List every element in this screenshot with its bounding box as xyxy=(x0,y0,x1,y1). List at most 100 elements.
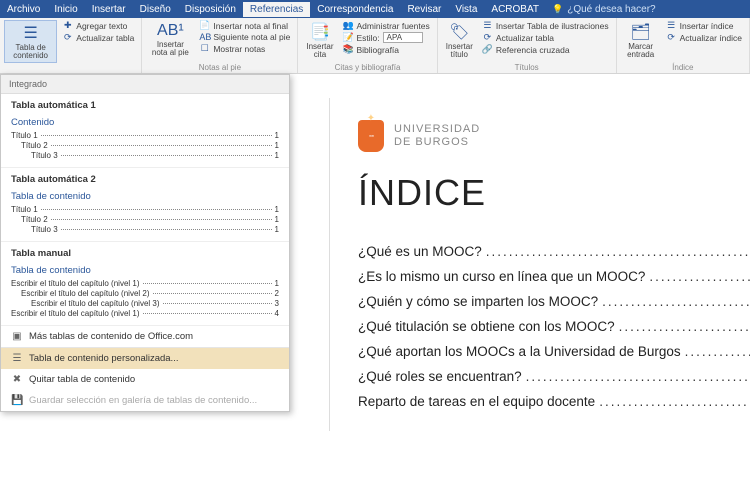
gallery-auto2-title: Tabla automática 2 xyxy=(11,174,279,185)
gallery-auto1-title: Tabla automática 1 xyxy=(11,100,279,111)
insert-figures-button[interactable]: ☰Insertar Tabla de ilustraciones xyxy=(479,20,612,31)
next-footnote-button[interactable]: ABSiguiente nota al pie xyxy=(196,32,293,42)
menu-acrobat[interactable]: ACROBAT xyxy=(484,2,546,17)
add-text-button[interactable]: ✚Agregar texto xyxy=(59,20,137,31)
menu-disposición[interactable]: Disposición xyxy=(178,2,243,17)
ribbon-group-citations: 📑 Insertar cita 👥Administrar fuentes 📝Es… xyxy=(298,18,437,73)
endnote-icon: 📄 xyxy=(199,20,210,31)
ribbon-group-index: 🗂 Marcar entrada ☰Insertar índice ⟳Actua… xyxy=(617,18,750,73)
mark-icon: 🗂 xyxy=(630,22,650,42)
menu-correspondencia[interactable]: Correspondencia xyxy=(310,2,400,17)
remove-toc-label: Quitar tabla de contenido xyxy=(29,374,135,385)
gallery-manual[interactable]: Tabla manual Tabla de contenido Escribir… xyxy=(1,242,289,326)
insert-caption-button[interactable]: 🏷 Insertar título xyxy=(442,20,477,61)
insert-citation-button[interactable]: 📑 Insertar cita xyxy=(302,20,337,61)
toc-icon: ☰ xyxy=(23,23,37,43)
insert-index-button[interactable]: ☰Insertar índice xyxy=(663,20,745,31)
menu-insertar[interactable]: Insertar xyxy=(85,2,133,17)
refresh-icon: ⟳ xyxy=(666,32,677,43)
next-icon: AB xyxy=(199,32,210,42)
mark-entry-label: Marcar entrada xyxy=(625,43,657,59)
update-toc-label: Actualizar tabla xyxy=(76,33,134,43)
custom-toc-button[interactable]: ☰ Tabla de contenido personalizada... xyxy=(1,348,289,369)
menu-vista[interactable]: Vista xyxy=(448,2,484,17)
document-toc-list: ¿Qué es un MOOC?........................… xyxy=(358,244,750,409)
remove-icon: ✖ xyxy=(11,374,23,385)
menu-archivo[interactable]: Archivo xyxy=(0,2,47,17)
doc-toc-entry: ¿Es lo mismo un curso en línea que un MO… xyxy=(358,269,750,284)
tell-me-text: ¿Qué desea hacer? xyxy=(567,4,655,15)
gallery-auto1-subtitle: Contenido xyxy=(11,117,279,128)
tell-me[interactable]: 💡 ¿Qué desea hacer? xyxy=(552,4,656,15)
university-line2: DE BURGOS xyxy=(394,136,480,149)
toc-dropdown: Integrado Tabla automática 1 Contenido T… xyxy=(0,74,290,412)
doc-toc-entry: ¿Qué titulación se obtiene con los MOOC?… xyxy=(358,319,750,334)
index-icon: ☰ xyxy=(666,20,677,31)
footnote-icon: AB¹ xyxy=(157,22,184,40)
footnotes-group-label: Notas al pie xyxy=(146,62,293,72)
toc-preview-line: Título 21 xyxy=(11,215,279,224)
document-title: ÍNDICE xyxy=(358,172,750,214)
university-header: ◦◦◦ UNIVERSIDAD DE BURGOS xyxy=(358,120,750,152)
doc-toc-entry: ¿Qué aportan los MOOCs a la Universidad … xyxy=(358,344,750,359)
manage-sources-button[interactable]: 👥Administrar fuentes xyxy=(340,20,433,31)
insert-endnote-button[interactable]: 📄Insertar nota al final xyxy=(196,20,293,31)
style-value[interactable]: APA xyxy=(383,32,423,43)
toc-preview-line: Título 21 xyxy=(11,141,279,150)
toc-preview-line: Título 31 xyxy=(11,225,279,234)
ribbon-group-captions: 🏷 Insertar título ☰Insertar Tabla de ilu… xyxy=(438,18,617,73)
dropdown-header: Integrado xyxy=(1,75,289,94)
remove-toc-button[interactable]: ✖ Quitar tabla de contenido xyxy=(1,369,289,390)
style-label: Estilo: xyxy=(357,33,380,43)
ribbon: ☰ Tabla de contenido ✚Agregar texto ⟳Act… xyxy=(0,18,750,74)
ribbon-group-toc: ☰ Tabla de contenido ✚Agregar texto ⟳Act… xyxy=(0,18,142,73)
show-notes-label: Mostrar notas xyxy=(213,44,265,54)
menu-inicio[interactable]: Inicio xyxy=(47,2,84,17)
insert-footnote-button[interactable]: AB¹ Insertar nota al pie xyxy=(146,20,194,59)
update-index-button[interactable]: ⟳Actualizar índice xyxy=(663,32,745,43)
update-captions-label: Actualizar tabla xyxy=(496,33,554,43)
style-icon: 📝 xyxy=(343,32,354,43)
university-line1: UNIVERSIDAD xyxy=(394,123,480,136)
menu-diseño[interactable]: Diseño xyxy=(133,2,178,17)
doc-toc-entry: ¿Qué roles se encuentran?...............… xyxy=(358,369,750,384)
insert-caption-label: Insertar título xyxy=(446,43,473,59)
menu-revisar[interactable]: Revisar xyxy=(400,2,448,17)
doc-toc-entry: ¿Qué es un MOOC?........................… xyxy=(358,244,750,259)
document-page: ◦◦◦ UNIVERSIDAD DE BURGOS ÍNDICE ¿Qué es… xyxy=(330,98,750,431)
doc-toc-entry: Reparto de tareas en el equipo docente..… xyxy=(358,394,750,409)
gallery-auto2[interactable]: Tabla automática 2 Tabla de contenido Tí… xyxy=(1,168,289,242)
update-index-label: Actualizar índice xyxy=(680,33,742,43)
cross-reference-button[interactable]: 🔗Referencia cruzada xyxy=(479,44,612,55)
gallery-manual-subtitle: Tabla de contenido xyxy=(11,265,279,276)
next-footnote-label: Siguiente nota al pie xyxy=(213,32,290,42)
toc-preview-line: Escribir el título del capítulo (nivel 1… xyxy=(11,309,279,318)
gallery-auto1[interactable]: Tabla automática 1 Contenido Título 11Tí… xyxy=(1,94,289,168)
more-toc-button[interactable]: ▣Más tablas de contenido de Office.com xyxy=(1,326,289,347)
refresh-icon: ⟳ xyxy=(62,32,73,43)
doc-toc-entry: ¿Quién y cómo se imparten los MOOC?.....… xyxy=(358,294,750,309)
insert-figures-label: Insertar Tabla de ilustraciones xyxy=(496,21,609,31)
custom-icon: ☰ xyxy=(11,353,23,364)
insert-footnote-label: Insertar nota al pie xyxy=(150,41,190,57)
toc-button-label: Tabla de contenido xyxy=(9,44,52,60)
endnote-label: Insertar nota al final xyxy=(213,21,288,31)
style-select[interactable]: 📝Estilo: APA xyxy=(340,32,433,43)
mark-entry-button[interactable]: 🗂 Marcar entrada xyxy=(621,20,661,61)
show-notes-button[interactable]: ☐Mostrar notas xyxy=(196,43,293,54)
custom-toc-label: Tabla de contenido personalizada... xyxy=(29,353,178,364)
main-menu: ArchivoInicioInsertarDiseñoDisposiciónRe… xyxy=(0,2,546,17)
toc-button[interactable]: ☰ Tabla de contenido xyxy=(4,20,57,63)
office-icon: ▣ xyxy=(11,331,23,342)
university-name: UNIVERSIDAD DE BURGOS xyxy=(394,123,480,149)
update-toc-button[interactable]: ⟳Actualizar tabla xyxy=(59,32,137,43)
bibliography-button[interactable]: 📚Bibliografía xyxy=(340,44,433,55)
update-captions-button[interactable]: ⟳Actualizar tabla xyxy=(479,32,612,43)
title-bar: ArchivoInicioInsertarDiseñoDisposiciónRe… xyxy=(0,0,750,18)
shield-icon: ◦◦◦ xyxy=(358,120,384,152)
ribbon-group-footnotes: AB¹ Insertar nota al pie 📄Insertar nota … xyxy=(142,18,298,73)
sources-icon: 👥 xyxy=(343,20,354,31)
insert-index-label: Insertar índice xyxy=(680,21,734,31)
menu-referencias[interactable]: Referencias xyxy=(243,2,310,17)
figures-icon: ☰ xyxy=(482,20,493,31)
